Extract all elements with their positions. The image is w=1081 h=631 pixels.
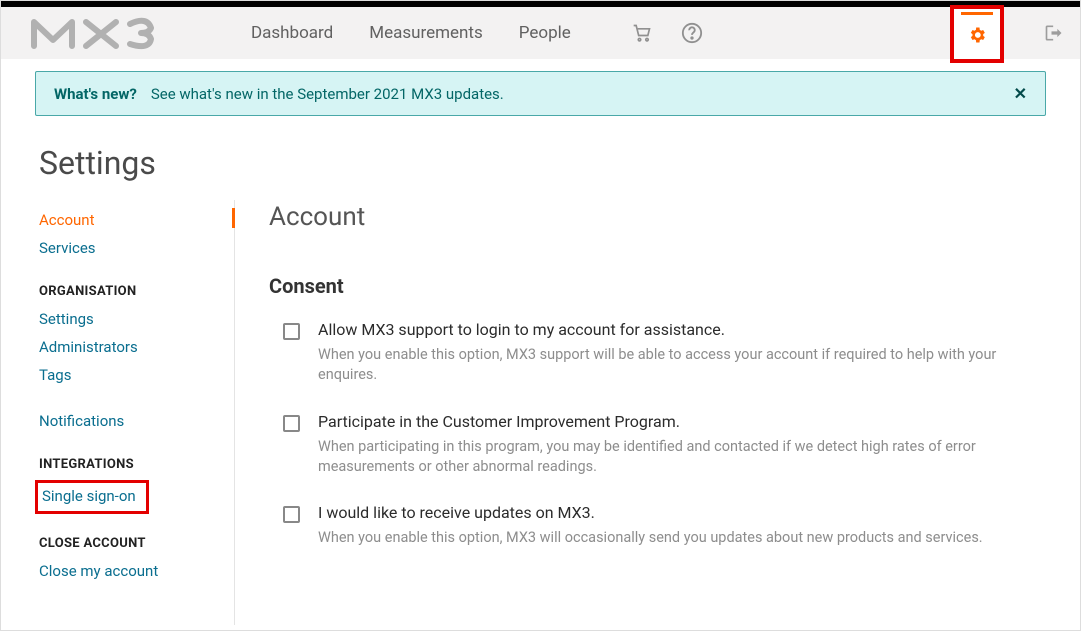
consent-label: I would like to receive updates on MX3. [318,503,1040,522]
sidebar-item-services[interactable]: Services [39,234,234,262]
consent-desc: When you enable this option, MX3 will oc… [318,528,1040,548]
help-icon[interactable] [681,22,703,44]
consent-label: Allow MX3 support to login to my account… [318,320,1040,339]
sidebar-header-organisation: ORGANISATION [39,284,234,299]
consent-item: Allow MX3 support to login to my account… [269,320,1040,386]
topbar-icons [631,22,703,44]
sidebar-item-tags[interactable]: Tags [39,361,234,389]
logout-icon[interactable] [1044,23,1064,43]
sidebar-item-label: Account [39,211,95,229]
cart-icon[interactable] [631,23,653,43]
consent-label: Participate in the Customer Improvement … [318,412,1040,431]
consent-item: I would like to receive updates on MX3. … [269,503,1040,548]
checkbox-improvement-program[interactable] [283,415,300,432]
sidebar-item-close-account[interactable]: Close my account [39,557,234,585]
main-panel: Account Consent Allow MX3 support to log… [235,200,1050,625]
accent-line [961,12,993,15]
page-title: Settings [1,116,1080,200]
checkbox-updates[interactable] [283,506,300,523]
consent-header: Consent [269,274,1040,298]
sidebar-item-notifications[interactable]: Notifications [39,407,234,435]
checkbox-support-login[interactable] [283,323,300,340]
consent-desc: When you enable this option, MX3 support… [318,345,1040,386]
notice-text: See what's new in the September 2021 MX3… [151,85,504,103]
active-indicator [232,208,235,228]
sidebar-item-account[interactable]: Account [39,206,234,234]
consent-item: Participate in the Customer Improvement … [269,412,1040,478]
nav-people[interactable]: People [519,23,571,43]
settings-sidebar: Account Services ORGANISATION Settings A… [39,200,235,625]
sidebar-item-administrators[interactable]: Administrators [39,333,234,361]
close-icon[interactable]: ✕ [1014,84,1027,103]
section-title: Account [269,202,1040,232]
whats-new-banner: What's new? See what's new in the Septem… [35,71,1046,116]
sidebar-header-close-account: CLOSE ACCOUNT [39,536,234,551]
sso-highlight-box: Single sign-on [35,480,149,514]
sidebar-header-integrations: INTEGRATIONS [39,457,234,472]
logo [31,16,201,50]
top-navbar: Dashboard Measurements People [1,7,1080,59]
notice-bold: What's new? [54,85,137,103]
main-nav: Dashboard Measurements People [251,23,571,43]
sidebar-item-settings[interactable]: Settings [39,305,234,333]
sidebar-item-sso[interactable]: Single sign-on [42,485,136,507]
nav-measurements[interactable]: Measurements [369,23,483,43]
gear-icon [967,25,987,49]
nav-dashboard[interactable]: Dashboard [251,23,333,43]
settings-button-highlighted[interactable] [950,5,1004,63]
consent-desc: When participating in this program, you … [318,437,1040,478]
